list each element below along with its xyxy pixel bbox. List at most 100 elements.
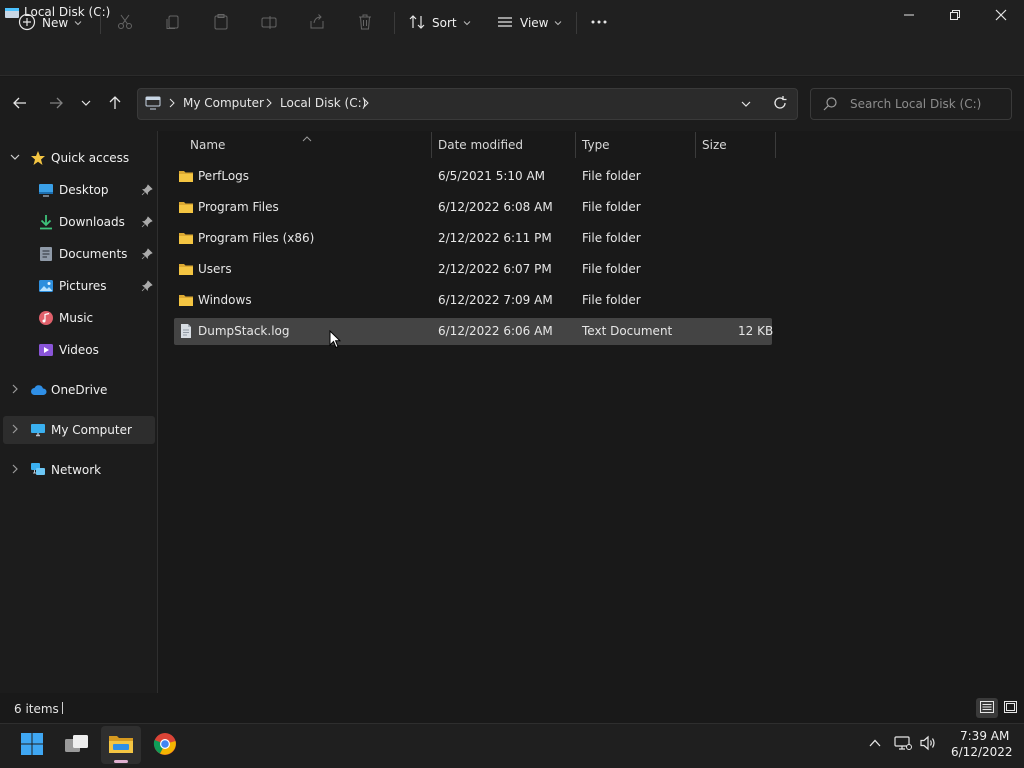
task-view-button[interactable] [57,726,97,764]
music-icon [38,310,54,326]
back-button[interactable] [8,92,32,116]
clock-time[interactable]: 7:39 AM [960,729,1009,743]
share-button[interactable] [308,8,326,38]
table-row[interactable]: Windows 6/12/2022 7:09 AM File folder [174,287,772,314]
sidebar-item-documents[interactable]: Documents [0,240,156,268]
table-row[interactable]: Program Files 6/12/2022 6:08 AM File fol… [174,194,772,221]
up-button[interactable] [103,92,127,116]
table-row[interactable]: Program Files (x86) 2/12/2022 6:11 PM Fi… [174,225,772,252]
divider [576,12,577,34]
column-header-type[interactable]: Type [582,138,610,152]
sidebar-label: Pictures [59,279,107,293]
clock-date[interactable]: 6/12/2022 [951,745,1013,759]
details-view-icon [980,700,994,716]
column-divider[interactable] [695,132,696,158]
chevron-right-icon [168,97,176,111]
file-name: Users [198,262,232,276]
table-row[interactable]: PerfLogs 6/5/2021 5:10 AM File folder [174,163,772,190]
share-icon [308,13,326,34]
new-button[interactable]: New [18,8,88,38]
recent-locations-button[interactable] [74,92,98,116]
address-history-dropdown[interactable] [740,98,752,112]
large-icons-view-button[interactable] [1000,698,1020,718]
task-view-icon [64,733,90,758]
sidebar-label: Music [59,311,94,325]
pin-icon[interactable] [141,216,153,228]
sidebar-item-downloads[interactable]: Downloads [0,208,156,236]
sidebar-item-videos[interactable]: Videos [0,336,156,364]
sort-button[interactable]: Sort [408,8,472,38]
copy-button[interactable] [164,8,182,38]
paste-button[interactable] [212,8,230,38]
column-divider[interactable] [431,132,432,158]
breadcrumb-local-disk[interactable]: Local Disk (C:) [280,96,366,110]
rename-icon [260,13,278,34]
show-hidden-icons-button[interactable] [867,736,883,753]
table-row[interactable]: Users 2/12/2022 6:07 PM File folder [174,256,772,283]
large-icons-view-icon [1003,700,1017,716]
chevron-right-icon[interactable] [8,382,24,398]
details-view-button[interactable] [976,698,998,718]
search-icon [822,96,838,115]
sidebar-item-pictures[interactable]: Pictures [0,272,156,300]
copy-icon [164,13,182,34]
sort-label: Sort [432,16,457,30]
onedrive-cloud-icon [30,382,47,398]
sidebar-item-quick-access[interactable]: Quick access [0,144,156,172]
column-header-date-modified[interactable]: Date modified [438,138,523,152]
chevron-down-icon [554,16,562,30]
sort-ascending-indicator-icon [302,131,312,145]
sidebar-label: Desktop [59,183,109,197]
forward-button[interactable] [44,92,68,116]
volume-icon[interactable] [919,735,937,754]
restore-button[interactable] [932,0,978,30]
file-type: File folder [582,231,641,245]
file-date: 2/12/2022 6:07 PM [438,262,552,276]
chrome-taskbar-button[interactable] [145,726,185,764]
chevron-down-icon [80,97,92,112]
folder-icon [178,261,194,277]
sidebar-item-desktop[interactable]: Desktop [0,176,156,204]
column-divider[interactable] [775,132,776,158]
rename-button[interactable] [260,8,278,38]
sidebar-label: My Computer [51,423,132,437]
start-button[interactable] [12,726,52,764]
sidebar-item-music[interactable]: Music [0,304,156,332]
arrow-left-icon [12,95,28,114]
chevron-right-icon[interactable] [8,462,24,478]
sidebar-label: Quick access [51,151,130,165]
column-header-size[interactable]: Size [702,138,727,152]
sidebar-item-onedrive[interactable]: OneDrive [0,376,156,404]
file-type: File folder [582,200,641,214]
pin-icon[interactable] [141,248,153,260]
chevron-right-icon[interactable] [8,422,24,438]
arrow-right-icon [48,95,64,114]
sidebar-item-network[interactable]: Network [0,456,156,484]
view-button[interactable]: View [496,8,562,38]
network-icon [30,462,46,478]
column-divider[interactable] [575,132,576,158]
sidebar-item-my-computer[interactable]: My Computer [3,416,155,444]
view-label: View [520,16,549,30]
refresh-button[interactable] [772,95,788,114]
pin-icon[interactable] [141,280,153,292]
cut-button[interactable] [116,8,134,38]
plus-circle-icon [18,13,36,34]
network-status-icon[interactable] [894,735,912,754]
close-button[interactable] [978,0,1024,30]
file-explorer-taskbar-button[interactable] [101,726,141,764]
column-header-name[interactable]: Name [190,138,225,152]
minimize-button[interactable] [886,0,932,30]
file-name: PerfLogs [198,169,250,183]
delete-button[interactable] [356,8,374,38]
videos-icon [38,342,54,358]
file-size: 12 KB [738,324,774,338]
table-row-selected[interactable]: DumpStack.log 6/12/2022 6:06 AM Text Doc… [174,318,774,345]
divider [100,12,101,34]
pin-icon[interactable] [141,184,153,196]
sidebar-label: OneDrive [51,383,108,397]
breadcrumb-my-computer[interactable]: My Computer [183,96,264,110]
more-options-button[interactable] [590,8,612,38]
file-name: Program Files [198,200,279,214]
status-bar [0,693,1024,723]
